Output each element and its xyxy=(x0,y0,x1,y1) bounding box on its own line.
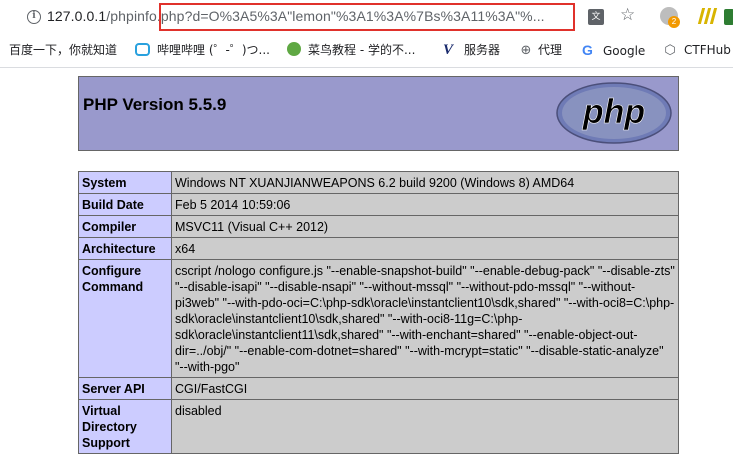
table-row: System Windows NT XUANJIANWEAPONS 6.2 bui… xyxy=(78,171,679,194)
bookmark-label: 代理 xyxy=(538,43,563,57)
bookmark-bilibili[interactable]: 哔哩哔哩 (゜-゜)つ... xyxy=(135,41,270,59)
bookmarks-bar: 百度一下，你就知道 哔哩哔哩 (゜-゜)つ... 菜鸟教程 - 学的不... V… xyxy=(0,36,733,64)
row-value: cscript /nologo configure.js "--enable-s… xyxy=(171,259,679,378)
hexagon-icon: ⬡ xyxy=(664,43,676,58)
row-label: Compiler xyxy=(78,215,172,238)
row-label: System xyxy=(78,171,172,194)
row-label: Configure Command xyxy=(78,259,172,378)
translate-icon[interactable]: 文 xyxy=(588,9,604,25)
row-label: Build Date xyxy=(78,193,172,216)
row-value: Feb 5 2014 10:59:06 xyxy=(171,193,679,216)
php-version-title: PHP Version 5.5.9 xyxy=(83,95,227,114)
row-value: CGI/FastCGI xyxy=(171,377,679,400)
bookmark-google[interactable]: G Google xyxy=(582,41,645,59)
browser-chrome: i 127.0.0.1/phpinfo.php?d=O%3A5%3A"lemon… xyxy=(0,0,733,68)
bilibili-icon xyxy=(135,43,150,56)
url-highlight-box xyxy=(159,3,575,31)
address-bar[interactable]: i 127.0.0.1/phpinfo.php?d=O%3A5%3A"lemon… xyxy=(0,0,733,34)
phpinfo-page: PHP Version 5.5.9 php System Windows NT X… xyxy=(0,68,733,455)
extension-badge-count: 2 xyxy=(668,16,680,28)
table-row: Architecture x64 xyxy=(78,237,679,260)
table-row: Configure Command cscript /nologo configu… xyxy=(78,259,679,378)
bookmark-label: Google xyxy=(603,44,646,58)
v-logo-icon: V xyxy=(443,42,454,58)
table-row: Virtual Directory Support disabled xyxy=(78,399,679,454)
row-value: MSVC11 (Visual C++ 2012) xyxy=(171,215,679,238)
google-icon: G xyxy=(582,42,593,58)
bookmark-server[interactable]: V 服务器 xyxy=(443,41,500,59)
bookmark-proxy[interactable]: ⊕ 代理 xyxy=(519,41,562,59)
php-logo-text: php xyxy=(582,93,645,131)
bookmark-star-icon[interactable]: ☆ xyxy=(620,5,635,25)
url-host: 127.0.0.1 xyxy=(47,8,107,24)
bookmark-label: 哔哩哔哩 (゜-゜)つ... xyxy=(157,43,270,57)
extension-green-icon[interactable] xyxy=(724,9,733,25)
runoob-icon xyxy=(287,42,301,56)
table-row: Build Date Feb 5 2014 10:59:06 xyxy=(78,193,679,216)
row-label: Architecture xyxy=(78,237,172,260)
bookmark-label: 菜鸟教程 - 学的不... xyxy=(308,43,416,57)
row-value: disabled xyxy=(171,399,679,454)
bookmark-baidu[interactable]: 百度一下，你就知道 xyxy=(9,41,117,59)
extension-bars-icon[interactable] xyxy=(697,8,718,26)
row-value: x64 xyxy=(171,237,679,260)
bookmark-ctfhub[interactable]: ⬡ CTFHub xyxy=(663,41,731,59)
php-logo-icon: php xyxy=(556,82,672,144)
phpinfo-table: System Windows NT XUANJIANWEAPONS 6.2 bui… xyxy=(78,171,679,454)
table-row: Server API CGI/FastCGI xyxy=(78,377,679,400)
php-version-header: PHP Version 5.5.9 php xyxy=(78,76,679,151)
bookmark-label: 服务器 xyxy=(464,43,501,57)
row-label: Server API xyxy=(78,377,172,400)
table-row: Compiler MSVC11 (Visual C++ 2012) xyxy=(78,215,679,238)
site-info-icon[interactable]: i xyxy=(25,8,43,26)
bookmark-label: 百度一下，你就知道 xyxy=(9,43,118,57)
globe-icon: ⊕ xyxy=(520,43,532,58)
row-label: Virtual Directory Support xyxy=(78,399,172,454)
row-value: Windows NT XUANJIANWEAPONS 6.2 build 920… xyxy=(171,171,679,194)
bookmark-label: CTFHub xyxy=(684,43,731,57)
bookmark-runoob[interactable]: 菜鸟教程 - 学的不... xyxy=(287,41,415,59)
